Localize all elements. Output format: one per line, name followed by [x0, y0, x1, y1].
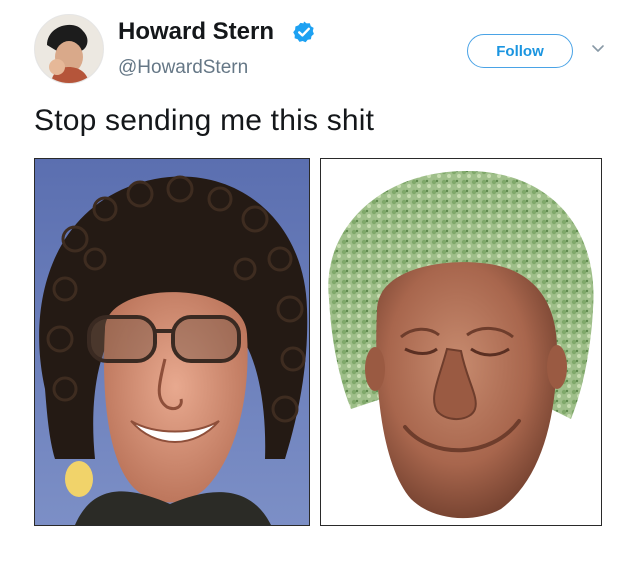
chia-head-illustration — [321, 159, 601, 525]
tweet-text: Stop sending me this shit — [34, 104, 375, 137]
author-handle[interactable]: @HowardStern — [118, 57, 248, 79]
avatar-image — [35, 15, 103, 83]
photo-howard-stern-portrait[interactable] — [34, 158, 310, 526]
portrait-illustration — [35, 159, 309, 525]
chevron-down-icon[interactable] — [590, 40, 606, 56]
avatar[interactable] — [34, 14, 104, 84]
verified-badge-icon — [293, 21, 314, 43]
follow-button[interactable]: Follow — [467, 34, 573, 68]
photo-chia-pet-head[interactable] — [320, 158, 602, 526]
author-display-name[interactable]: Howard Stern — [118, 18, 274, 46]
